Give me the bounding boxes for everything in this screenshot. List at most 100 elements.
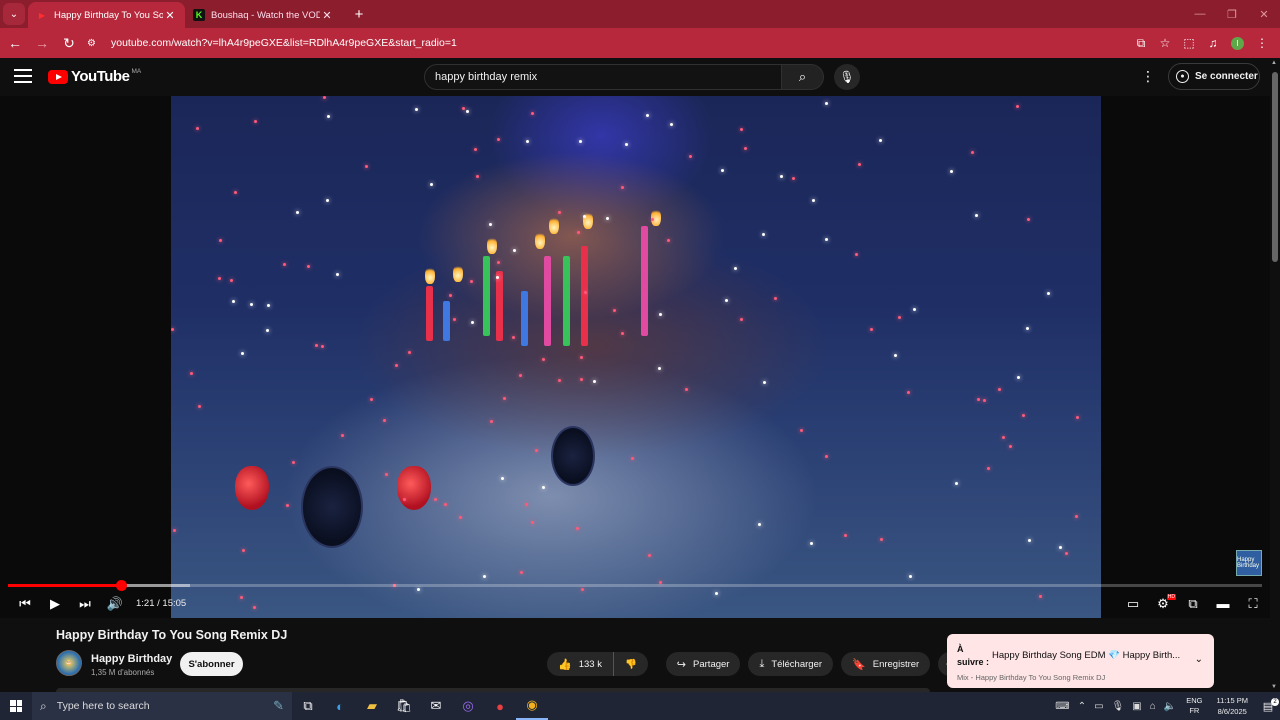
sparkle <box>780 175 783 178</box>
taskbar-search[interactable]: ⌕ Type here to search ✎ <box>32 692 292 720</box>
share-button[interactable]: ↪ Partager <box>665 652 741 676</box>
sign-in-button[interactable]: ● Se connecter <box>1168 63 1260 90</box>
edge-icon[interactable]: ◐ <box>324 692 356 720</box>
task-view-icon[interactable]: ⧉ <box>292 692 324 720</box>
youtube-logo[interactable]: YouTube MA <box>48 68 141 85</box>
microsoft-store-icon[interactable]: 🛍 <box>388 692 420 720</box>
scrollbar-thumb[interactable] <box>1272 72 1278 262</box>
sparkle <box>519 374 522 377</box>
sparkle <box>434 498 437 501</box>
channel-name[interactable]: Happy Birthday <box>91 653 172 665</box>
app-icon[interactable]: ◎ <box>452 692 484 720</box>
sparkle <box>800 429 803 432</box>
page-scrollbar[interactable]: ▲ ▼ <box>1270 58 1280 692</box>
subtitles-icon[interactable]: ▭ <box>1118 591 1148 617</box>
chevron-down-icon[interactable]: ⌄ <box>1195 654 1203 665</box>
meet-now-icon[interactable]: ▣ <box>1132 701 1141 712</box>
microphone-icon[interactable]: 🎙 <box>1112 701 1125 712</box>
address-bar[interactable]: ⚙ youtube.com/watch?v=lhA4r9peGXE&list=R… <box>87 31 1107 55</box>
candle <box>521 291 528 346</box>
close-icon[interactable]: ✕ <box>320 9 334 22</box>
new-tab-button[interactable]: + <box>348 3 370 25</box>
sparkle <box>825 238 828 241</box>
sparkle <box>898 316 901 319</box>
file-explorer-icon[interactable]: ▰ <box>356 692 388 720</box>
back-button[interactable]: ← <box>3 31 27 55</box>
progress-bar[interactable] <box>8 580 1262 591</box>
candle-flame <box>425 266 435 284</box>
chrome-menu-icon[interactable]: ⋮ <box>1250 31 1274 55</box>
chevron-up-icon[interactable]: ⌃ <box>1078 701 1086 712</box>
install-app-icon[interactable]: ⧉ <box>1129 31 1153 55</box>
minimize-button[interactable]: — <box>1184 0 1216 28</box>
search-highlight-icon[interactable]: ✎ <box>273 698 284 714</box>
settings-gear-icon[interactable]: ⚙ HD <box>1148 591 1178 617</box>
close-window-button[interactable]: ✕ <box>1248 0 1280 28</box>
site-info-icon[interactable]: ⚙ <box>87 38 103 49</box>
channel-watermark[interactable]: Happy Birthday <box>1236 550 1262 576</box>
sparkle <box>292 461 295 464</box>
sparkle <box>250 303 253 306</box>
download-button[interactable]: ⤓ Télécharger <box>748 652 834 676</box>
search-button[interactable]: ⌕ <box>782 64 824 90</box>
scroll-up-icon[interactable]: ▲ <box>1271 60 1277 66</box>
clock[interactable]: 11:15 PM 8/6/2025 <box>1216 695 1248 717</box>
sparkle <box>593 380 596 383</box>
bookmark-star-icon[interactable]: ☆ <box>1153 31 1177 55</box>
profile-avatar[interactable]: I <box>1231 36 1244 50</box>
sparkle <box>855 253 858 256</box>
chrome-icon[interactable]: ◉ <box>516 692 548 720</box>
guide-menu-icon[interactable] <box>14 69 32 83</box>
start-button[interactable] <box>0 692 32 720</box>
battery-icon[interactable]: ▭ <box>1094 701 1103 712</box>
sparkle <box>525 503 528 506</box>
play-icon[interactable]: ▶ <box>40 591 70 617</box>
speaker-icon[interactable]: 🔈 <box>1164 701 1176 712</box>
volume-icon[interactable]: 🔊 <box>100 591 130 617</box>
next-icon[interactable]: ⏭ <box>70 591 100 617</box>
miniplayer-icon[interactable]: ⧉ <box>1178 591 1208 617</box>
sparkle <box>685 388 688 391</box>
notification-icon[interactable]: ▤ 2 <box>1256 697 1280 713</box>
fullscreen-icon[interactable]: ⛶ <box>1238 591 1268 617</box>
like-button[interactable]: 👍 133 k <box>547 652 614 676</box>
forward-button[interactable]: → <box>30 31 54 55</box>
video-frame[interactable] <box>171 96 1101 618</box>
search-icon: ⌕ <box>40 698 47 713</box>
keyboard-icon[interactable]: ⌨ <box>1055 701 1069 712</box>
mail-icon[interactable]: ✉ <box>420 692 452 720</box>
theater-mode-icon[interactable]: ▬ <box>1208 591 1238 617</box>
sparkle <box>584 291 587 294</box>
previous-icon[interactable]: ⏮ <box>10 591 40 617</box>
sparkle <box>858 163 861 166</box>
tab-search-button[interactable]: ⌄ <box>3 3 25 25</box>
tab-kick[interactable]: K Boushaq - Watch the VOD on K ✕ <box>185 2 342 28</box>
restore-button[interactable]: ❐ <box>1216 0 1248 28</box>
dislike-button[interactable]: 👎 <box>613 652 648 676</box>
up-next-card[interactable]: À suivre : Happy Birthday Song EDM 💎 Hap… <box>947 634 1214 688</box>
network-icon[interactable]: ⌂ <box>1150 701 1156 712</box>
video-title: Happy Birthday To You Song Remix DJ <box>56 628 288 642</box>
subscribe-button[interactable]: S'abonner <box>180 652 243 676</box>
tab-youtube[interactable]: ▶ Happy Birthday To You Song R ✕ <box>28 2 185 28</box>
search-input[interactable]: happy birthday remix <box>424 64 782 90</box>
extensions-icon[interactable]: ⬚ <box>1177 31 1201 55</box>
channel-avatar[interactable]: 🎂 <box>56 650 82 676</box>
close-icon[interactable]: ✕ <box>163 9 177 22</box>
voice-search-button[interactable]: 🎙 <box>834 64 860 90</box>
settings-more-icon[interactable]: ⋮ <box>1141 68 1155 86</box>
cake-strawberry-decoration <box>397 466 431 510</box>
reload-button[interactable]: ↻ <box>57 31 81 55</box>
scroll-down-icon[interactable]: ▼ <box>1271 684 1277 690</box>
media-controls-icon[interactable]: ♫ <box>1201 31 1225 55</box>
save-button[interactable]: 🔖 Enregistrer <box>841 652 931 676</box>
sparkle <box>296 211 299 214</box>
sparkle <box>1075 515 1078 518</box>
candle-flame <box>535 231 545 249</box>
video-player[interactable]: Happy Birthday ⏮ ▶ ⏭ 🔊 1:21 / 15:05 ▭ ⚙ H… <box>0 96 1270 618</box>
input-language[interactable]: ENG FR <box>1186 696 1202 716</box>
url-text: youtube.com/watch?v=lhA4r9peGXE&list=RDl… <box>111 37 457 49</box>
sparkle <box>483 575 486 578</box>
app-icon[interactable]: ● <box>484 692 516 720</box>
sparkle <box>242 549 245 552</box>
